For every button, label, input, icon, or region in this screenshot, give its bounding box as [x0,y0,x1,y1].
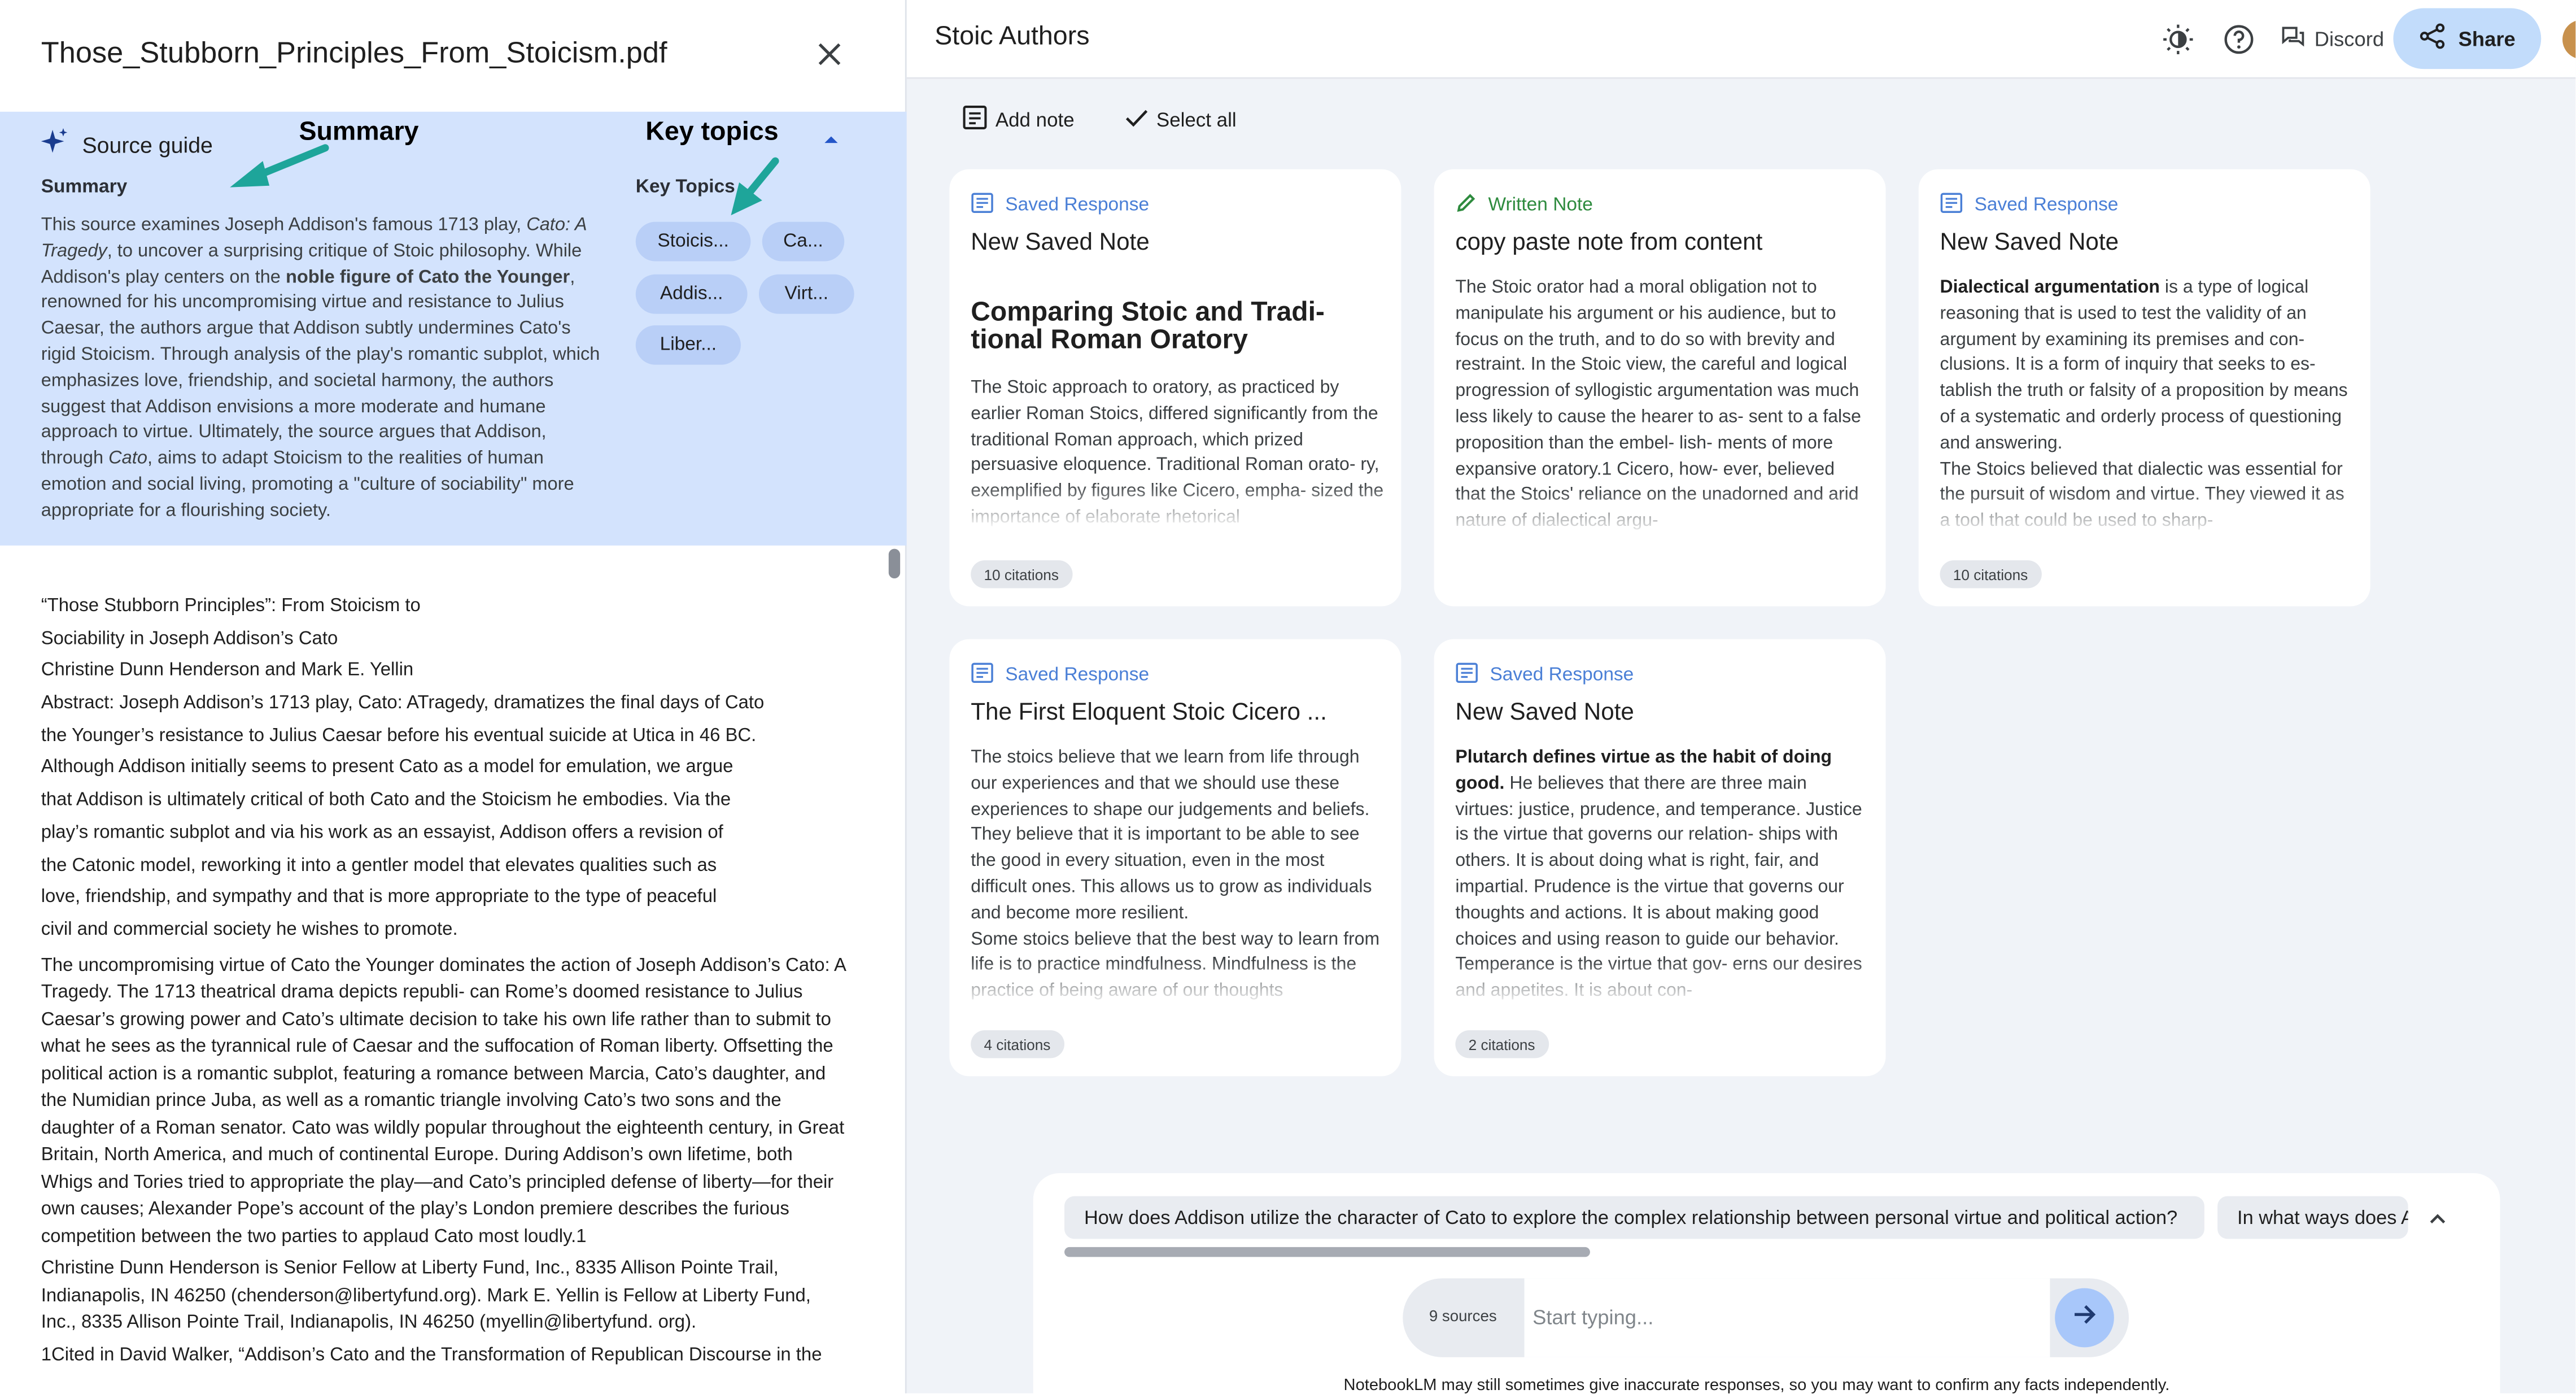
note-body: Plutarch defines virtue as the habit of … [1455,746,1870,1006]
sources-count[interactable]: 9 sources [1429,1308,1497,1326]
note-heading: Comparing Stoic and Tradi- tional Roman … [971,299,1325,354]
source-guide: Source guide Summary Key topics Summary … [0,111,907,546]
disclaimer: NotebookLM may still sometimes give inac… [1343,1376,2170,1393]
avatar[interactable] [2562,19,2576,59]
source-panel: Those_Stubborn_Principles_From_Stoicism.… [0,0,907,1393]
theme-toggle-icon[interactable] [2160,21,2196,58]
chevron-up-icon[interactable] [822,132,841,148]
notebook-panel: Stoic Authors Discord Share Add note Sel… [906,0,2576,1393]
saved-response-icon [1455,662,1478,689]
pencil-icon [1455,192,1477,219]
doc-line: that Addison is ultimately critical of b… [41,790,731,811]
arrow-annotation-summary [230,144,329,188]
discord-label: Discord [2314,28,2385,51]
citations-badge[interactable]: 10 citations [1940,560,2041,589]
close-icon[interactable] [811,36,848,72]
doc-line: play’s romantic subplot and via his work… [41,822,723,843]
add-note-button[interactable]: Add note [963,105,1075,134]
note-title: New Saved Note [1455,700,1634,726]
notebook-title[interactable]: Stoic Authors [935,23,1089,53]
note-add-icon [963,105,988,134]
share-label: Share [2458,27,2516,50]
doc-line: Sociability in Joseph Addison’s Cato [41,629,338,649]
note-body: The Stoic orator had a moral obligation … [1455,276,1870,536]
chevron-up-icon[interactable] [2426,1208,2450,1231]
note-body: Comparing Stoic and Tradi- tional Roman … [971,299,1385,529]
discord-button[interactable]: Discord [2282,20,2384,59]
scrollbar-thumb[interactable] [888,548,901,578]
doc-line: love, friendship, and sympathy and that … [41,887,717,908]
note-type: Saved Response [1455,662,1634,689]
source-guide-toggle[interactable]: Source guide [41,128,213,161]
note-card[interactable]: Saved Response New Saved Note Comparing … [949,169,1401,607]
source-title: Those_Stubborn_Principles_From_Stoicism.… [41,36,667,69]
help-icon[interactable] [2221,21,2257,58]
chat-panel: How does Addison utilize the character o… [1033,1173,2500,1393]
suggested-question[interactable]: How does Addison utilize the character o… [1064,1196,2204,1239]
note-title: New Saved Note [971,230,1150,256]
source-guide-label: Source guide [82,132,213,157]
note-card[interactable]: Saved Response New Saved Note Dialectica… [1918,169,2370,607]
topic-chip[interactable]: Stoicis... [635,221,751,262]
chat-composer: 9 sources [1403,1278,2129,1357]
annotation-key-topics: Key topics [645,118,779,146]
note-body: Dialectical argumentation is a type of l… [1940,276,2354,536]
topic-chip[interactable]: Ca... [762,221,845,262]
doc-paragraph: The uncompromising virtue of Cato the Yo… [41,955,846,1247]
topic-chip[interactable]: Virt... [758,274,854,314]
note-type: Written Note [1455,192,1593,219]
saved-response-icon [971,662,994,689]
doc-line: Although Addison initially seems to pres… [41,758,733,778]
citations-badge[interactable]: 2 citations [1455,1030,1548,1058]
key-topics-label: Key Topics [635,177,735,198]
citations-badge[interactable]: 10 citations [971,560,1072,589]
doc-line: “Those Stubborn Principles”: From Stoici… [41,596,421,616]
add-note-label: Add note [995,108,1075,132]
suggestions-scrollbar[interactable] [1064,1247,1590,1257]
doc-paragraph: Christine Dunn Henderson is Senior Fello… [41,1258,811,1333]
summary-label: Summary [41,177,128,198]
note-title: The First Eloquent Stoic Cicero ... [971,700,1327,726]
saved-response-icon [1940,192,1963,219]
share-button[interactable]: Share [2393,8,2542,69]
source-content: “Those Stubborn Principles”: From Stoici… [41,591,846,1369]
note-type: Saved Response [1940,192,2118,219]
saved-response-icon [971,192,994,219]
select-all-label: Select all [1156,108,1237,132]
arrow-right-icon [2071,1300,2098,1335]
doc-line: Christine Dunn Henderson and Mark E. Yel… [41,661,414,681]
chat-input[interactable] [1524,1278,2050,1357]
check-icon [1125,108,1149,133]
note-body: The stoics believe that we learn from li… [971,746,1385,1006]
note-title: copy paste note from content [1455,230,1763,256]
share-icon [2419,23,2446,54]
doc-line: Abstract: Joseph Addison’s 1713 play, Ca… [41,693,765,713]
doc-line: civil and commercial society he wishes t… [41,920,458,940]
citations-badge[interactable]: 4 citations [971,1030,1064,1058]
note-card[interactable]: Saved Response The First Eloquent Stoic … [949,639,1401,1077]
suggested-question[interactable]: In what ways does A [2217,1196,2408,1239]
topic-chip[interactable]: Liber... [635,325,741,365]
chat-icon [2282,27,2305,53]
note-type: Saved Response [971,192,1149,219]
source-header: Those_Stubborn_Principles_From_Stoicism.… [0,0,907,112]
summary-text: This source examines Joseph Addison's fa… [41,215,600,521]
doc-line: the Catonic model, reworking it into a g… [41,855,717,875]
doc-paragraph: 1Cited in David Walker, “Addison’s Cato … [41,1345,822,1365]
select-all-button[interactable]: Select all [1125,105,1237,134]
topic-chip[interactable]: Addis... [635,274,748,314]
doc-line: the Younger’s resistance to Julius Caesa… [41,726,757,746]
note-card[interactable]: Written Note copy paste note from conten… [1434,169,1886,607]
note-title: New Saved Note [1940,230,2119,256]
sparkle-icon [41,128,69,161]
note-card[interactable]: Saved Response New Saved Note Plutarch d… [1434,639,1886,1077]
top-bar: Stoic Authors Discord Share [906,0,2576,79]
send-button[interactable] [2055,1288,2114,1348]
note-type: Saved Response [971,662,1149,689]
